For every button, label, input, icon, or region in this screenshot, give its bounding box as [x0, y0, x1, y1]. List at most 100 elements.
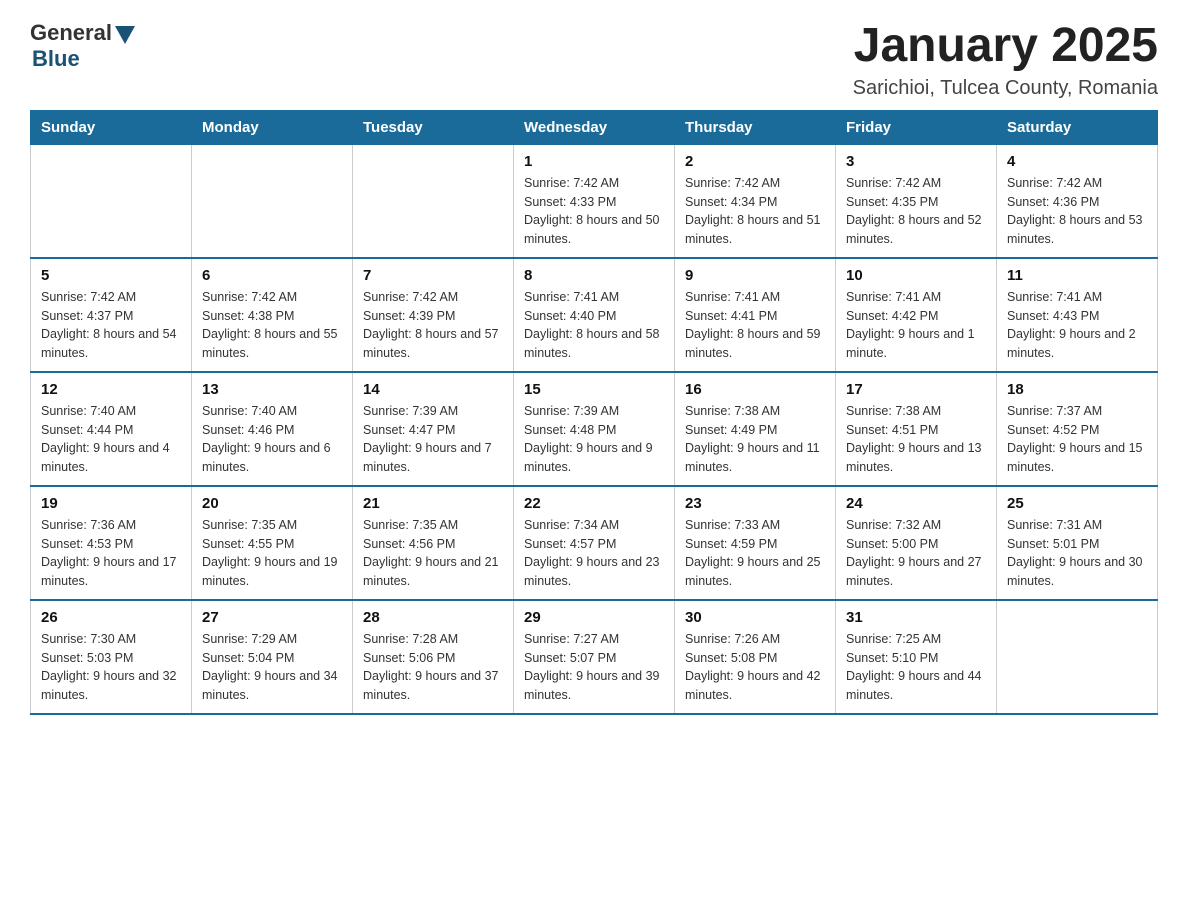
day-number: 15: [524, 381, 664, 398]
col-monday: Monday: [192, 110, 353, 144]
day-info: Sunrise: 7:30 AM Sunset: 5:03 PM Dayligh…: [41, 630, 181, 705]
day-number: 8: [524, 267, 664, 284]
day-number: 2: [685, 153, 825, 170]
calendar-cell-w4-d4: 23 Sunrise: 7:33 AM Sunset: 4:59 PM Dayli…: [675, 486, 836, 600]
day-number: 10: [846, 267, 986, 284]
day-info: Sunrise: 7:34 AM Sunset: 4:57 PM Dayligh…: [524, 516, 664, 591]
day-info: Sunrise: 7:32 AM Sunset: 5:00 PM Dayligh…: [846, 516, 986, 591]
day-number: 3: [846, 153, 986, 170]
day-number: 13: [202, 381, 342, 398]
day-number: 22: [524, 495, 664, 512]
day-info: Sunrise: 7:28 AM Sunset: 5:06 PM Dayligh…: [363, 630, 503, 705]
day-number: 28: [363, 609, 503, 626]
calendar-cell-w3-d6: 18 Sunrise: 7:37 AM Sunset: 4:52 PM Dayli…: [997, 372, 1158, 486]
day-number: 24: [846, 495, 986, 512]
col-tuesday: Tuesday: [353, 110, 514, 144]
day-number: 17: [846, 381, 986, 398]
calendar-cell-w1-d4: 2 Sunrise: 7:42 AM Sunset: 4:34 PM Daylig…: [675, 144, 836, 258]
col-sunday: Sunday: [31, 110, 192, 144]
day-number: 9: [685, 267, 825, 284]
day-info: Sunrise: 7:41 AM Sunset: 4:40 PM Dayligh…: [524, 288, 664, 363]
day-info: Sunrise: 7:41 AM Sunset: 4:43 PM Dayligh…: [1007, 288, 1147, 363]
calendar-cell-w2-d1: 6Sunrise: 7:42 AM Sunset: 4:38 PM Daylig…: [192, 258, 353, 372]
logo-blue-text: Blue: [32, 46, 80, 72]
calendar-cell-w5-d5: 31Sunrise: 7:25 AM Sunset: 5:10 PM Dayli…: [836, 600, 997, 714]
calendar-cell-w4-d0: 19 Sunrise: 7:36 AM Sunset: 4:53 PM Dayli…: [31, 486, 192, 600]
day-number: 31: [846, 609, 986, 626]
day-number: 19: [41, 495, 181, 512]
calendar-cell-w4-d3: 22 Sunrise: 7:34 AM Sunset: 4:57 PM Dayli…: [514, 486, 675, 600]
day-number: 20: [202, 495, 342, 512]
page-header: General Blue January 2025 Sarichioi, Tul…: [30, 20, 1158, 100]
day-info: Sunrise: 7:41 AM Sunset: 4:42 PM Dayligh…: [846, 288, 986, 363]
col-friday: Friday: [836, 110, 997, 144]
day-info: Sunrise: 7:42 AM Sunset: 4:34 PM Dayligh…: [685, 174, 825, 249]
calendar-cell-w1-d6: 4Sunrise: 7:42 AM Sunset: 4:36 PM Daylig…: [997, 144, 1158, 258]
calendar-cell-w3-d5: 17 Sunrise: 7:38 AM Sunset: 4:51 PM Dayli…: [836, 372, 997, 486]
calendar-cell-w1-d1: [192, 144, 353, 258]
day-info: Sunrise: 7:42 AM Sunset: 4:38 PM Dayligh…: [202, 288, 342, 363]
day-info: Sunrise: 7:37 AM Sunset: 4:52 PM Dayligh…: [1007, 402, 1147, 477]
calendar-cell-w1-d2: [353, 144, 514, 258]
col-saturday: Saturday: [997, 110, 1158, 144]
calendar-cell-w2-d2: 7 Sunrise: 7:42 AM Sunset: 4:39 PM Daylig…: [353, 258, 514, 372]
calendar-cell-w3-d2: 14 Sunrise: 7:39 AM Sunset: 4:47 PM Dayli…: [353, 372, 514, 486]
day-info: Sunrise: 7:35 AM Sunset: 4:55 PM Dayligh…: [202, 516, 342, 591]
day-info: Sunrise: 7:36 AM Sunset: 4:53 PM Dayligh…: [41, 516, 181, 591]
calendar-cell-w2-d3: 8 Sunrise: 7:41 AM Sunset: 4:40 PM Daylig…: [514, 258, 675, 372]
header-row: Sunday Monday Tuesday Wednesday Thursday…: [31, 110, 1158, 144]
day-number: 5: [41, 267, 181, 284]
calendar-cell-w2-d4: 9 Sunrise: 7:41 AM Sunset: 4:41 PM Daylig…: [675, 258, 836, 372]
day-info: Sunrise: 7:42 AM Sunset: 4:37 PM Dayligh…: [41, 288, 181, 363]
day-info: Sunrise: 7:42 AM Sunset: 4:33 PM Dayligh…: [524, 174, 664, 249]
day-number: 12: [41, 381, 181, 398]
day-number: 11: [1007, 267, 1147, 284]
calendar-body: 1Sunrise: 7:42 AM Sunset: 4:33 PM Daylig…: [31, 144, 1158, 714]
day-info: Sunrise: 7:38 AM Sunset: 4:51 PM Dayligh…: [846, 402, 986, 477]
title-area: January 2025 Sarichioi, Tulcea County, R…: [853, 20, 1158, 100]
day-number: 29: [524, 609, 664, 626]
week-row-5: 26 Sunrise: 7:30 AM Sunset: 5:03 PM Dayli…: [31, 600, 1158, 714]
day-info: Sunrise: 7:42 AM Sunset: 4:36 PM Dayligh…: [1007, 174, 1147, 249]
day-number: 27: [202, 609, 342, 626]
day-number: 26: [41, 609, 181, 626]
calendar-cell-w5-d2: 28 Sunrise: 7:28 AM Sunset: 5:06 PM Dayli…: [353, 600, 514, 714]
calendar-cell-w3-d0: 12 Sunrise: 7:40 AM Sunset: 4:44 PM Dayli…: [31, 372, 192, 486]
logo: General Blue: [30, 20, 135, 72]
day-number: 23: [685, 495, 825, 512]
calendar-table: Sunday Monday Tuesday Wednesday Thursday…: [30, 110, 1158, 715]
calendar-cell-w3-d1: 13 Sunrise: 7:40 AM Sunset: 4:46 PM Dayli…: [192, 372, 353, 486]
day-number: 18: [1007, 381, 1147, 398]
day-info: Sunrise: 7:39 AM Sunset: 4:47 PM Dayligh…: [363, 402, 503, 477]
day-info: Sunrise: 7:40 AM Sunset: 4:46 PM Dayligh…: [202, 402, 342, 477]
day-info: Sunrise: 7:41 AM Sunset: 4:41 PM Dayligh…: [685, 288, 825, 363]
calendar-header: Sunday Monday Tuesday Wednesday Thursday…: [31, 110, 1158, 144]
logo-triangle-icon: [115, 26, 135, 44]
day-info: Sunrise: 7:33 AM Sunset: 4:59 PM Dayligh…: [685, 516, 825, 591]
day-info: Sunrise: 7:35 AM Sunset: 4:56 PM Dayligh…: [363, 516, 503, 591]
calendar-cell-w5-d6: [997, 600, 1158, 714]
day-number: 14: [363, 381, 503, 398]
calendar-cell-w2-d0: 5 Sunrise: 7:42 AM Sunset: 4:37 PM Daylig…: [31, 258, 192, 372]
day-info: Sunrise: 7:31 AM Sunset: 5:01 PM Dayligh…: [1007, 516, 1147, 591]
calendar-cell-w4-d1: 20 Sunrise: 7:35 AM Sunset: 4:55 PM Dayli…: [192, 486, 353, 600]
calendar-cell-w2-d6: 11 Sunrise: 7:41 AM Sunset: 4:43 PM Dayli…: [997, 258, 1158, 372]
calendar-cell-w2-d5: 10 Sunrise: 7:41 AM Sunset: 4:42 PM Dayli…: [836, 258, 997, 372]
calendar-cell-w3-d3: 15Sunrise: 7:39 AM Sunset: 4:48 PM Dayli…: [514, 372, 675, 486]
col-wednesday: Wednesday: [514, 110, 675, 144]
day-number: 21: [363, 495, 503, 512]
day-number: 16: [685, 381, 825, 398]
day-number: 7: [363, 267, 503, 284]
day-number: 25: [1007, 495, 1147, 512]
calendar-cell-w4-d5: 24 Sunrise: 7:32 AM Sunset: 5:00 PM Dayli…: [836, 486, 997, 600]
day-info: Sunrise: 7:40 AM Sunset: 4:44 PM Dayligh…: [41, 402, 181, 477]
calendar-cell-w5-d3: 29Sunrise: 7:27 AM Sunset: 5:07 PM Dayli…: [514, 600, 675, 714]
day-info: Sunrise: 7:42 AM Sunset: 4:39 PM Dayligh…: [363, 288, 503, 363]
week-row-1: 1Sunrise: 7:42 AM Sunset: 4:33 PM Daylig…: [31, 144, 1158, 258]
calendar-cell-w1-d5: 3Sunrise: 7:42 AM Sunset: 4:35 PM Daylig…: [836, 144, 997, 258]
day-info: Sunrise: 7:38 AM Sunset: 4:49 PM Dayligh…: [685, 402, 825, 477]
col-thursday: Thursday: [675, 110, 836, 144]
day-info: Sunrise: 7:29 AM Sunset: 5:04 PM Dayligh…: [202, 630, 342, 705]
calendar-cell-w1-d0: [31, 144, 192, 258]
calendar-cell-w1-d3: 1Sunrise: 7:42 AM Sunset: 4:33 PM Daylig…: [514, 144, 675, 258]
